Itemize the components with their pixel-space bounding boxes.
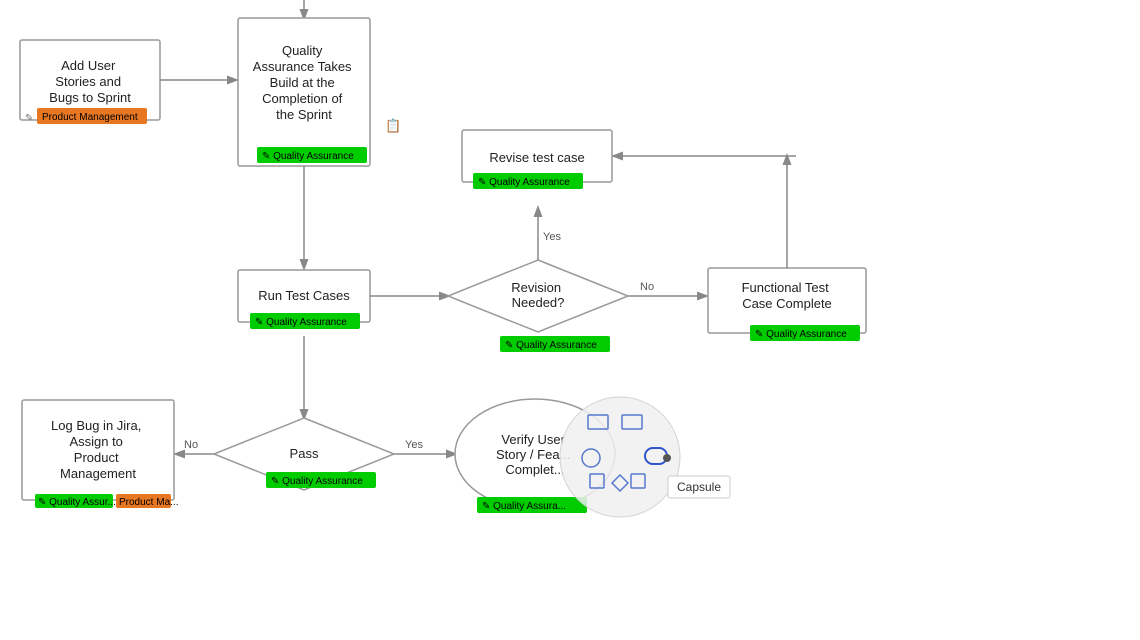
pass-tag-text: ✎ Quality Assurance [271, 476, 363, 487]
log-bug-tag1-text: ✎ Quality Assur... [38, 497, 116, 508]
cursor [663, 454, 671, 462]
log-bug-tag2-text: Product Ma... [119, 497, 178, 508]
add-user-stories-tag-text: Product Management [42, 112, 138, 123]
functional-test-complete-text: Functional Test Case Complete [742, 280, 833, 311]
pass-text: Pass [290, 446, 319, 461]
revision-needed-text: Revision Needed? [511, 280, 564, 310]
capsule-tooltip-text: Capsule [677, 480, 721, 494]
yes-label: Yes [543, 231, 561, 243]
note-icon: 📋 [385, 118, 401, 133]
revise-test-case-text: Revise test case [489, 150, 584, 165]
no-label-1: No [640, 281, 654, 293]
functional-test-complete-tag-text: ✎ Quality Assurance [755, 329, 847, 340]
no-label-2: No [184, 439, 198, 451]
tag-icon: ✎ [25, 113, 33, 124]
run-test-cases-text: Run Test Cases [258, 288, 350, 303]
revision-needed-tag-text: ✎ Quality Assurance [505, 340, 597, 351]
qa-takes-build-tag-text: ✎ Quality Assurance [262, 151, 354, 162]
shape-picker-circle[interactable] [560, 397, 680, 517]
add-user-stories-text: Add User Stories and Bugs to Sprint [49, 58, 131, 105]
revise-test-case-tag-text: ✎ Quality Assurance [478, 177, 570, 188]
run-test-cases-tag-text: ✎ Quality Assurance [255, 317, 347, 328]
yes-label-2: Yes [405, 439, 423, 451]
verify-user-story-tag-text: ✎ Quality Assura... [482, 501, 566, 512]
